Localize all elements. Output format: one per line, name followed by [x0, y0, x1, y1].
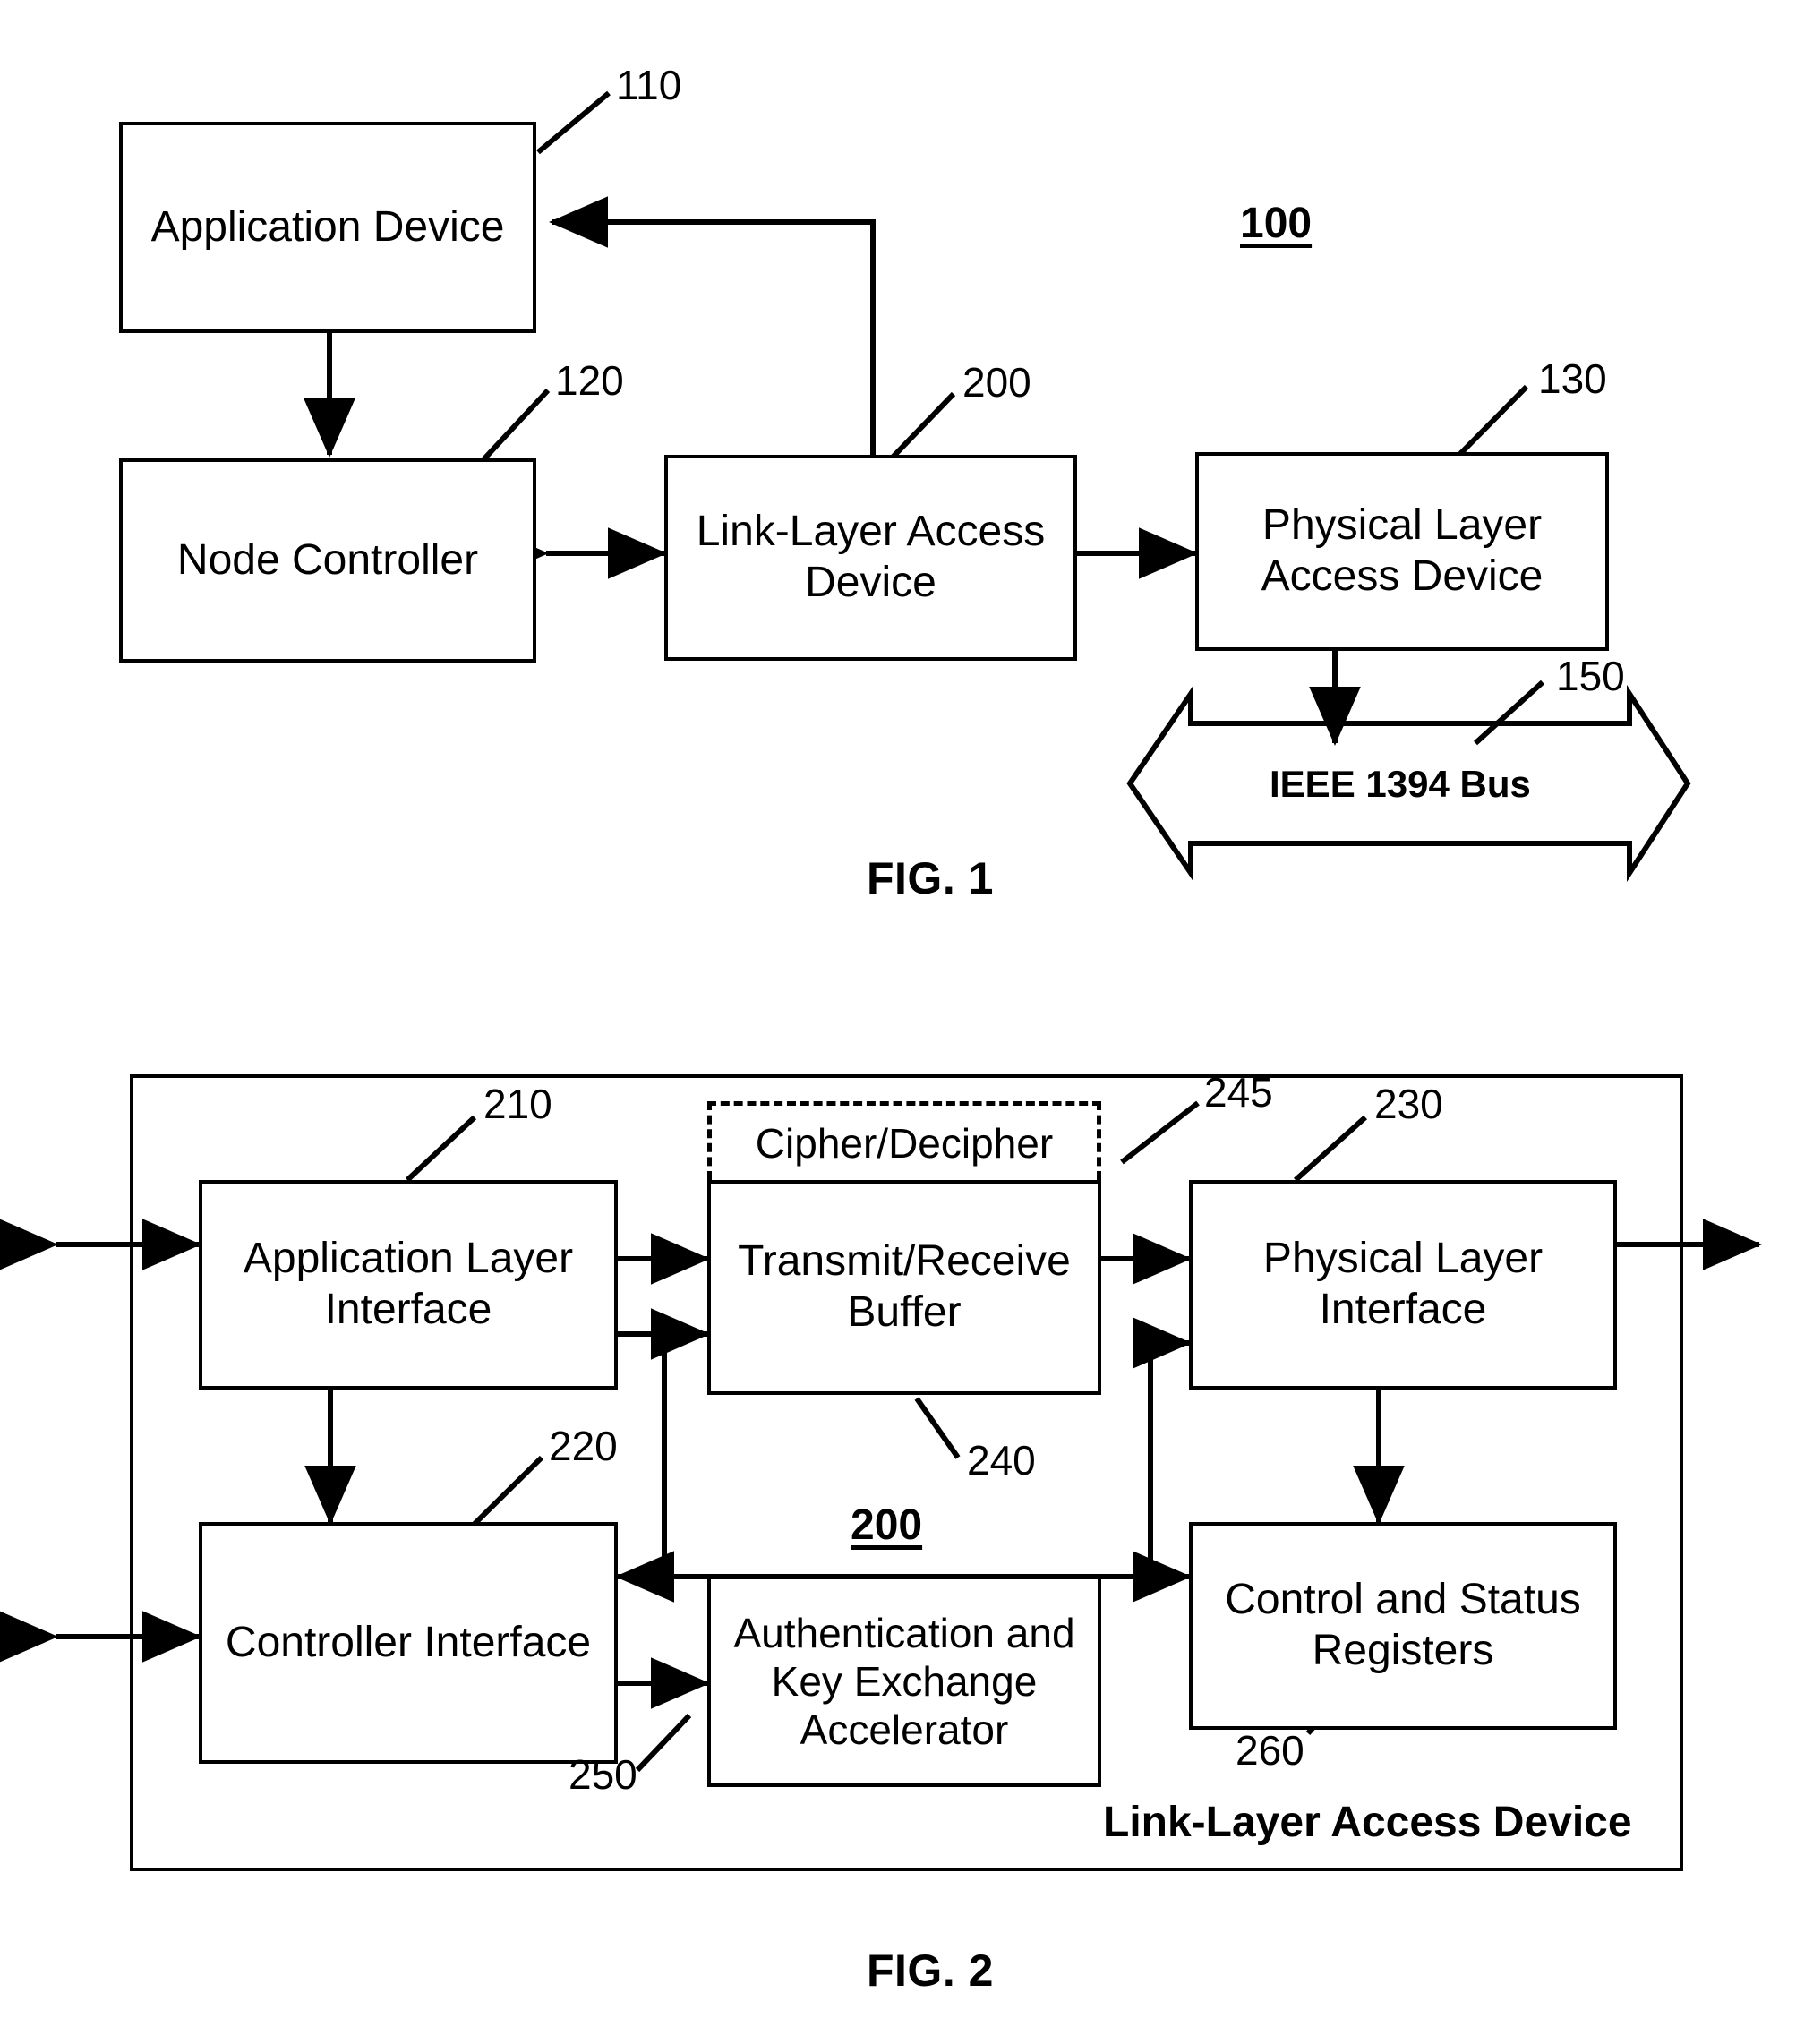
ieee-1394-bus-label: IEEE 1394 Bus — [1270, 763, 1531, 805]
ref-210: 210 — [483, 1081, 552, 1127]
authentication-key-exchange-accelerator-box: Authentication and Key Exchange Accelera… — [707, 1576, 1101, 1787]
ref-120: 120 — [555, 357, 624, 404]
controller-interface-label: Controller Interface — [225, 1618, 592, 1666]
application-layer-interface-label-line1: Application Layer — [243, 1235, 574, 1283]
link-layer-access-device-label-line1: Link-Layer Access — [696, 508, 1046, 556]
node-controller-box: Node Controller — [119, 458, 536, 663]
node-controller-label: Node Controller — [176, 535, 479, 584]
system-ref-100: 100 — [1240, 200, 1313, 247]
transmit-receive-buffer-label-line1: Transmit/Receive — [738, 1237, 1071, 1286]
ref-250: 250 — [569, 1751, 637, 1798]
application-device-label: Application Device — [150, 202, 505, 251]
patent-figure-sheet: Application Device 110 Node Controller 1… — [0, 0, 1813, 2044]
ref-240: 240 — [967, 1437, 1036, 1484]
link-layer-access-device-container-label: Link-Layer Access Device — [1103, 1799, 1632, 1846]
physical-layer-access-device-label-line1: Physical Layer — [1261, 501, 1543, 550]
application-device-box: Application Device — [119, 122, 536, 333]
auth-accel-label-line3: Accelerator — [800, 1706, 1009, 1754]
ref-230: 230 — [1374, 1081, 1443, 1127]
figure-2-caption: FIG. 2 — [867, 1946, 994, 1996]
system-ref-200-fig2: 200 — [851, 1501, 923, 1549]
ref-220: 220 — [549, 1423, 618, 1469]
physical-layer-interface-box: Physical Layer Interface — [1189, 1180, 1617, 1390]
auth-accel-label-line1: Authentication and — [733, 1609, 1075, 1656]
csr-label-line1: Control and Status — [1225, 1576, 1581, 1624]
figure-1-caption: FIG. 1 — [867, 853, 994, 903]
auth-accel-label-line2: Key Exchange — [771, 1657, 1038, 1705]
cipher-decipher-box: Cipher/Decipher — [707, 1101, 1101, 1180]
cipher-decipher-label: Cipher/Decipher — [755, 1119, 1054, 1167]
ref-260: 260 — [1236, 1727, 1304, 1774]
physical-layer-interface-label-line1: Physical Layer — [1262, 1235, 1544, 1283]
physical-layer-access-device-box: Physical Layer Access Device — [1195, 452, 1609, 651]
link-layer-access-device-label-line2: Device — [805, 559, 936, 606]
control-and-status-registers-box: Control and Status Registers — [1189, 1522, 1617, 1730]
csr-label-line2: Registers — [1312, 1627, 1494, 1674]
transmit-receive-buffer-box: Transmit/Receive Buffer — [707, 1180, 1101, 1395]
physical-layer-interface-label-line2: Interface — [1319, 1286, 1487, 1333]
controller-interface-box: Controller Interface — [199, 1522, 618, 1764]
application-layer-interface-label-line2: Interface — [324, 1286, 492, 1333]
application-layer-interface-box: Application Layer Interface — [199, 1180, 618, 1390]
link-layer-access-device-box: Link-Layer Access Device — [664, 455, 1077, 661]
physical-layer-access-device-label-line2: Access Device — [1261, 552, 1544, 600]
ref-200-fig1: 200 — [962, 359, 1031, 406]
ref-245: 245 — [1204, 1069, 1273, 1116]
ref-130: 130 — [1538, 355, 1607, 402]
ref-110: 110 — [616, 62, 682, 108]
ref-150: 150 — [1556, 653, 1625, 699]
transmit-receive-buffer-label-line2: Buffer — [847, 1288, 962, 1336]
